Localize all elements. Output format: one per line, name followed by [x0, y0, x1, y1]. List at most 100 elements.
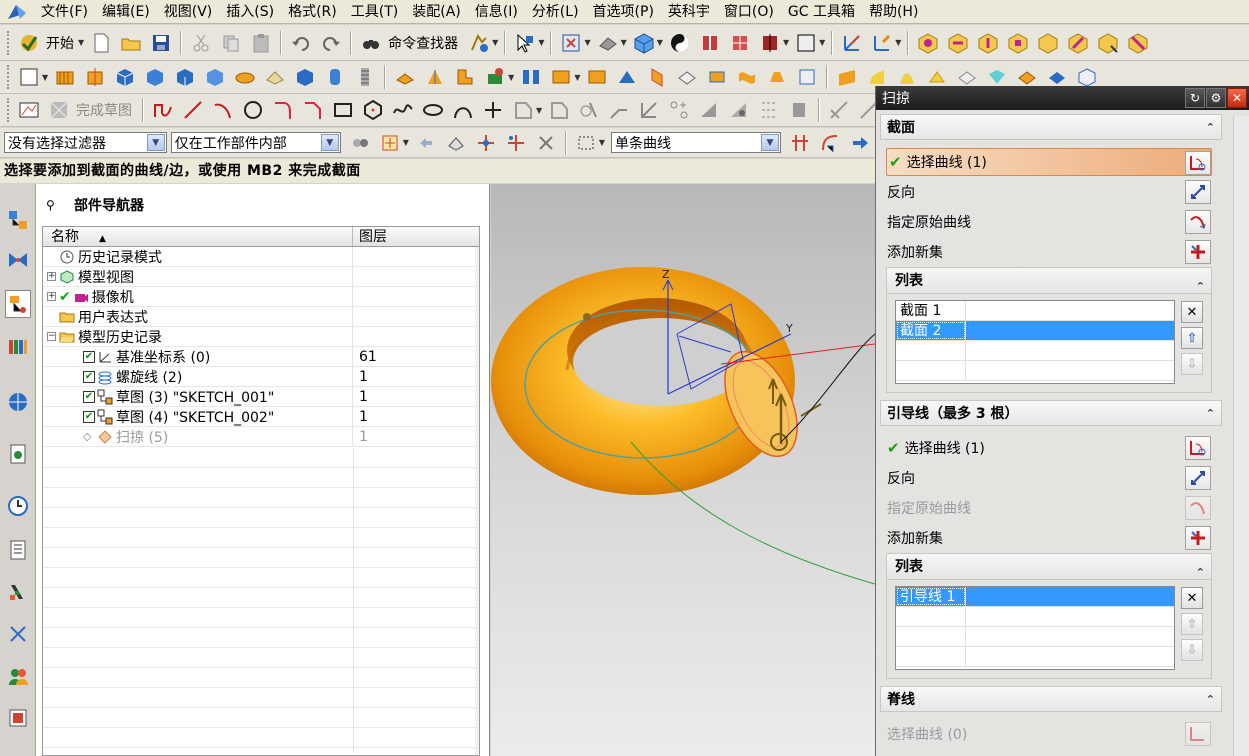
guide-list-header[interactable]: 列表 ⌃ — [887, 554, 1211, 580]
command-finder-button[interactable]: 命令查找器 — [388, 33, 458, 53]
list-item-section-2[interactable]: 截面 2 — [896, 321, 1174, 341]
toolbar-grip[interactable] — [7, 65, 11, 89]
collapse-caret-icon[interactable]: ⌃ — [1206, 121, 1215, 134]
start-button[interactable]: 开始 — [46, 33, 74, 53]
follow-fillet-icon[interactable] — [818, 131, 842, 155]
guide-reverse-row[interactable]: 反向 — [887, 464, 1211, 492]
fit-view-icon[interactable] — [559, 31, 583, 55]
thread-icon[interactable] — [353, 65, 377, 89]
tree-row-history-mode[interactable]: 历史记录模式 — [43, 247, 479, 267]
cut-icon[interactable] — [189, 31, 213, 55]
tree-row-sketch-002[interactable]: ✔ 草图 (4) "SKETCH_002" 1 — [43, 407, 479, 427]
line-icon[interactable] — [181, 98, 205, 122]
dialog-scrollbar[interactable] — [1233, 116, 1249, 756]
circle-icon[interactable] — [241, 98, 265, 122]
mirror-icon[interactable] — [519, 65, 543, 89]
remove-item-icon[interactable]: ✕ — [1181, 587, 1203, 609]
sketch-roles-icon[interactable] — [5, 620, 31, 648]
move-down-icon[interactable]: ⇩ — [1181, 353, 1203, 375]
menu-help[interactable]: 帮助(H) — [862, 1, 925, 23]
offset-curve-icon[interactable] — [511, 98, 535, 122]
offset-face-icon[interactable] — [705, 65, 729, 89]
menu-window[interactable]: 窗口(O) — [717, 1, 781, 23]
convert-reference-icon[interactable] — [757, 98, 781, 122]
assembly-navigator-icon[interactable] — [5, 206, 31, 234]
part-navigator-icon[interactable] — [5, 290, 31, 318]
undo-icon[interactable] — [289, 31, 313, 55]
hole-icon[interactable] — [233, 65, 257, 89]
select-feature-icon[interactable] — [444, 131, 468, 155]
reverse-direction-icon[interactable] — [1185, 180, 1211, 204]
menu-preferences[interactable]: 首选项(P) — [586, 1, 661, 23]
wcs-orient-icon[interactable] — [870, 31, 894, 55]
sketch-icon[interactable] — [17, 65, 41, 89]
remove-item-icon[interactable]: ✕ — [1181, 301, 1203, 323]
group-section-header[interactable]: 截面 ⌃ — [880, 114, 1222, 140]
system-materials-icon[interactable] — [5, 536, 31, 564]
add-set-icon[interactable] — [1185, 240, 1211, 264]
select-connected-icon[interactable] — [474, 131, 498, 155]
select-pointer-icon[interactable] — [513, 31, 537, 55]
menu-edit[interactable]: 编辑(E) — [95, 1, 157, 23]
ellipse-icon[interactable] — [421, 98, 445, 122]
auto-constrain-icon[interactable] — [697, 98, 721, 122]
tree-row-model-history[interactable]: − 模型历史记录 — [43, 327, 479, 347]
fillet-icon[interactable] — [271, 98, 295, 122]
list-item-section-1[interactable]: 截面 1 — [896, 301, 1174, 321]
select-tangent-icon[interactable] — [504, 131, 528, 155]
tree-row-user-expressions[interactable]: 用户表达式 — [43, 307, 479, 327]
feature-block-2-icon[interactable] — [946, 31, 970, 55]
reuse-library-icon[interactable] — [5, 332, 31, 360]
navigator-scrollbar[interactable] — [475, 247, 479, 755]
column-name-header[interactable]: 名称 ▲ — [43, 227, 353, 246]
visibility-checkbox[interactable]: ✔ — [83, 390, 95, 403]
pad-icon[interactable] — [323, 65, 347, 89]
tree-row-datum-csys[interactable]: ✔ 基准坐标系 (0) 61 — [43, 347, 479, 367]
roles-icon[interactable] — [5, 662, 31, 690]
toolbar-grip[interactable] — [7, 30, 11, 55]
group-guide-header[interactable]: 引导线（最多 3 根） ⌃ — [880, 400, 1222, 426]
expand-icon[interactable]: + — [47, 272, 56, 281]
render-style-icon[interactable] — [668, 31, 692, 55]
collapse-caret-icon[interactable]: ⌃ — [1196, 274, 1205, 300]
select-region-icon[interactable] — [534, 131, 558, 155]
menu-information[interactable]: 信息(I) — [468, 1, 525, 23]
menu-view[interactable]: 视图(V) — [157, 1, 220, 23]
thicken-icon[interactable] — [675, 65, 699, 89]
copy-icon[interactable] — [219, 31, 243, 55]
select-curve-icon[interactable] — [1185, 151, 1211, 175]
orient-view-icon[interactable] — [632, 31, 656, 55]
rectangle-select-icon[interactable] — [574, 131, 598, 155]
tree-row-cameras[interactable]: + ✔ 摄像机 — [43, 287, 479, 307]
draft-icon[interactable] — [453, 65, 477, 89]
menu-yingkeyu[interactable]: 英科宇 — [661, 1, 717, 23]
origin-curve-icon[interactable] — [1185, 210, 1211, 234]
chevron-down-icon[interactable]: ▼ — [761, 134, 779, 151]
feature-block-8-icon[interactable] — [1126, 31, 1150, 55]
redo-icon[interactable] — [319, 31, 343, 55]
feature-block-4-icon[interactable] — [1006, 31, 1030, 55]
move-up-icon[interactable]: ⇧ — [1181, 613, 1203, 635]
column-layer-header[interactable]: 图层 — [353, 227, 479, 246]
stop-at-intersection-icon[interactable] — [788, 131, 812, 155]
collapse-caret-icon[interactable]: ⌃ — [1206, 693, 1215, 706]
block-icon[interactable] — [113, 65, 137, 89]
finish-sketch-button[interactable]: 完成草图 — [76, 100, 132, 120]
menu-analysis[interactable]: 分析(L) — [525, 1, 586, 23]
menu-gc-toolkit[interactable]: GC 工具箱 — [781, 1, 862, 23]
pattern-curve-icon[interactable] — [547, 98, 571, 122]
selection-scope-dropdown[interactable]: 仅在工作部件内部 ▼ — [170, 132, 341, 153]
tree-row-helix[interactable]: ✔ 螺旋线 (2) 1 — [43, 367, 479, 387]
pattern-icon[interactable] — [549, 65, 573, 89]
sketch-task-icon[interactable] — [17, 98, 41, 122]
dialog-title-bar[interactable]: 扫掠 ↻ ⚙ ✕ — [876, 86, 1249, 110]
edit-section-icon[interactable] — [758, 31, 782, 55]
menu-format[interactable]: 格式(R) — [281, 1, 344, 23]
curve-rule-dropdown[interactable]: 单条曲线 ▼ — [611, 132, 781, 153]
pin-icon[interactable]: ⚲ — [46, 198, 60, 212]
feature-block-6-icon[interactable] — [1066, 31, 1090, 55]
tree-row-model-views[interactable]: + 模型视图 — [43, 267, 479, 287]
trim-body-icon[interactable] — [585, 65, 609, 89]
quick-extend-icon[interactable] — [607, 98, 631, 122]
feature-block-1-icon[interactable] — [916, 31, 940, 55]
